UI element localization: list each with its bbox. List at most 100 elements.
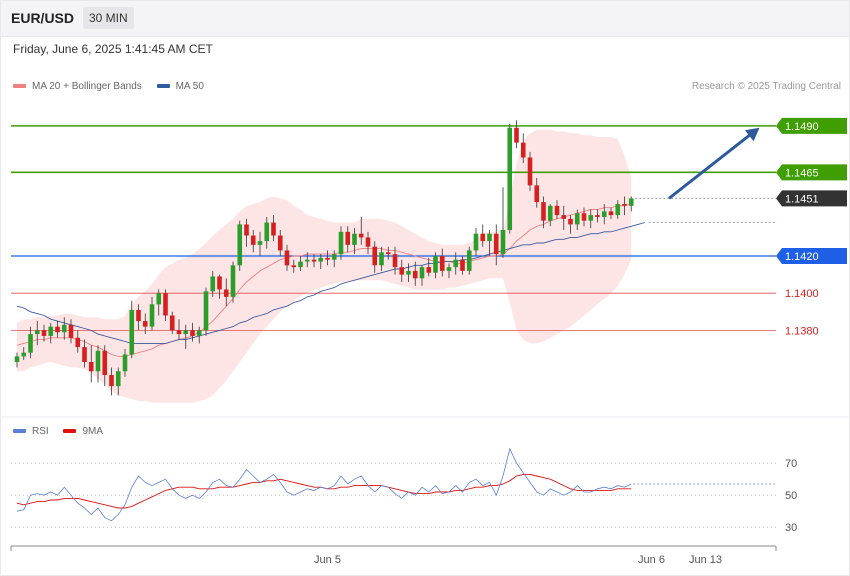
candle-body — [541, 202, 546, 221]
candle-body — [365, 237, 371, 247]
candle-body — [419, 267, 425, 279]
candle-body — [129, 309, 135, 355]
rsi-tick-70: 70 — [785, 458, 797, 470]
candle-body — [271, 222, 276, 236]
candle-body — [304, 259, 310, 262]
candle-body — [109, 374, 114, 387]
candle-body — [264, 222, 270, 242]
candle-body — [325, 257, 330, 260]
candle-body — [277, 235, 283, 251]
candle-body — [601, 211, 607, 217]
candle-body — [372, 246, 378, 266]
candle-body — [622, 203, 627, 206]
candle-body — [493, 233, 499, 255]
candle-body — [82, 347, 87, 362]
candle-body — [169, 315, 175, 331]
candle-body — [298, 261, 303, 268]
candle-body — [520, 142, 526, 158]
candle-body — [210, 276, 216, 292]
bollinger-band-area — [17, 129, 632, 403]
candle-body — [379, 252, 384, 266]
candle-body — [311, 259, 317, 262]
candle-body — [48, 326, 54, 336]
candle-body — [615, 203, 621, 216]
candle-body — [102, 350, 108, 375]
x-tick-label-Jun-6: Jun 6 — [638, 554, 665, 566]
candle-body — [55, 326, 60, 333]
candle-body — [196, 330, 202, 336]
price-label-text: 1.1490 — [785, 121, 819, 133]
candle-body — [250, 235, 256, 245]
price-label-1-1380: 1.1380 — [785, 325, 819, 337]
price-label-text: 1.1380 — [785, 325, 819, 337]
candle-body — [88, 361, 94, 372]
price-label-1-1465: 1.1465 — [776, 164, 847, 181]
candle-body — [136, 309, 141, 322]
candle-body — [412, 270, 418, 279]
candle-body — [345, 231, 351, 245]
candle-body — [176, 330, 182, 335]
candle-body — [318, 257, 324, 262]
candle-body — [163, 293, 168, 316]
candle-body — [156, 293, 162, 305]
candle-body — [507, 127, 513, 230]
candle-body — [21, 352, 27, 357]
candle-body — [466, 250, 472, 271]
candle-body — [433, 256, 438, 273]
candle-body — [61, 324, 67, 333]
candle-body — [406, 270, 411, 275]
candle-body — [358, 233, 364, 238]
x-tick-label-Jun-5: Jun 5 — [314, 554, 341, 566]
rsi-9ma-line — [16, 473, 632, 509]
candle-body — [547, 205, 553, 221]
candle-body — [331, 254, 337, 260]
candle-body — [426, 267, 432, 273]
candle-body — [608, 211, 614, 216]
candle-body — [439, 256, 445, 271]
candle-body — [595, 215, 600, 217]
candle-body — [257, 241, 263, 245]
candle-body — [460, 259, 465, 271]
candle-body — [14, 356, 20, 362]
candle-body — [338, 231, 344, 255]
candle-body — [554, 205, 560, 216]
price-label-1-1490: 1.1490 — [776, 117, 847, 134]
candle-body — [588, 215, 594, 221]
candle-body — [142, 321, 148, 327]
candle-body — [399, 267, 405, 275]
candle-body — [149, 304, 155, 327]
candle-body — [230, 265, 236, 297]
candle-body — [122, 354, 128, 372]
candle-body — [115, 371, 121, 387]
candle-body — [392, 254, 398, 268]
price-label-1-1400: 1.1400 — [785, 288, 819, 300]
price-label-text: 1.1465 — [785, 167, 819, 179]
price-chart-svg: 1.1490 1.1465 1.1451 1.1420 1.1400 1.1380 30 50… — [0, 117, 850, 566]
candle-body — [95, 350, 101, 372]
x-tick-label-Jun-13: Jun 13 — [689, 554, 722, 566]
candle-body — [385, 252, 391, 255]
candle-body — [568, 218, 573, 225]
candle-body — [217, 276, 222, 290]
candle-body — [581, 213, 587, 221]
candle-body — [473, 233, 479, 251]
candle-body — [561, 215, 567, 219]
price-label-text: 1.1451 — [785, 193, 819, 205]
candle-body — [190, 330, 195, 336]
candle-body — [527, 157, 533, 186]
candle-body — [500, 229, 506, 255]
candle-body — [574, 213, 580, 225]
candle-body — [487, 233, 492, 242]
candle-body — [223, 289, 229, 297]
projection-arrow-line — [668, 132, 753, 200]
candle-body — [352, 233, 357, 245]
price-label-text: 1.1400 — [785, 288, 819, 300]
rsi-line — [16, 447, 632, 522]
candle-body — [244, 224, 249, 236]
candle-body — [291, 265, 297, 268]
projection-arrowhead — [744, 127, 760, 142]
candle-body — [514, 127, 519, 143]
price-label-text: 1.1420 — [785, 251, 819, 263]
candle-body — [284, 250, 290, 266]
rsi-tick-30: 30 — [785, 522, 797, 534]
